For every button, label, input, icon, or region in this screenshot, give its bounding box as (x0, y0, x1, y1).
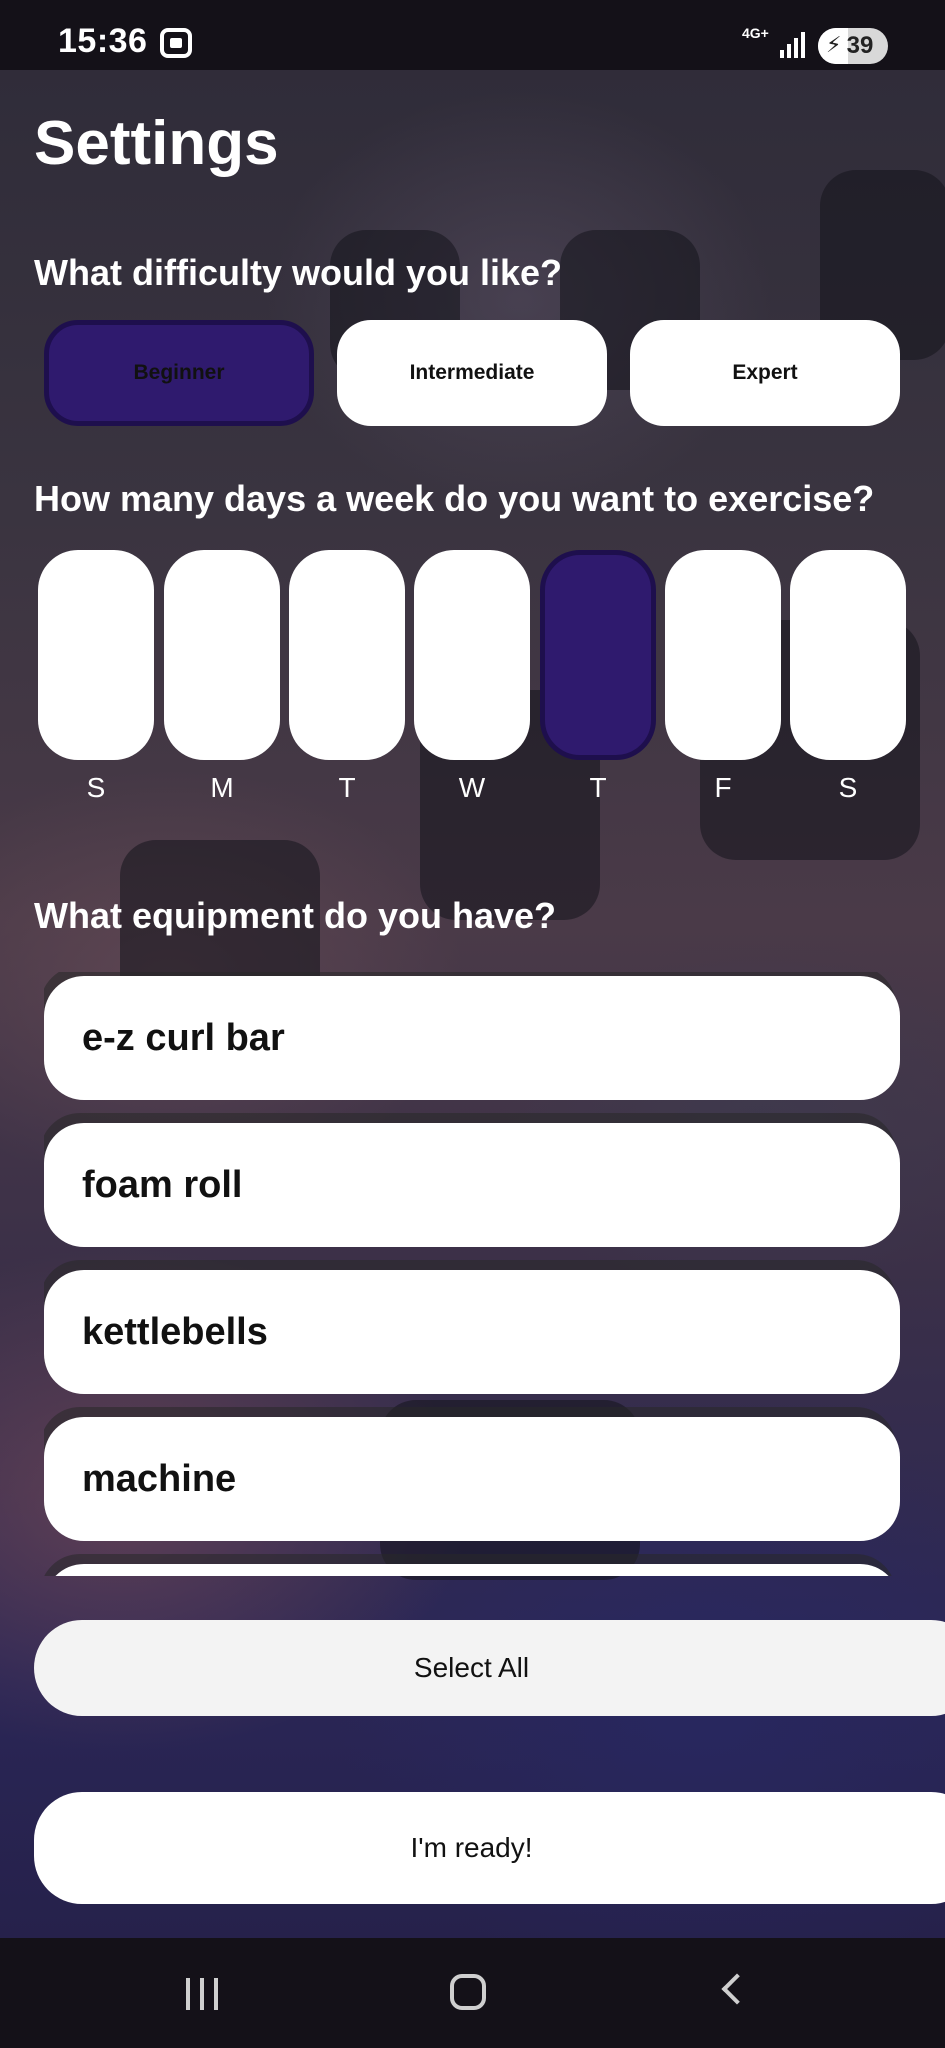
day-label: T (589, 772, 607, 803)
day-toggle-sunday[interactable] (38, 550, 154, 760)
day-label: S (86, 772, 106, 803)
difficulty-expert-button[interactable]: Expert (630, 320, 900, 426)
battery-charging-icon: ⚡ 39 (818, 28, 888, 64)
equipment-item-kettlebells[interactable]: kettlebells (44, 1270, 900, 1394)
day-label: W (458, 772, 486, 803)
day-label: M (210, 772, 234, 803)
page-title: Settings (34, 109, 279, 178)
day-label: F (714, 772, 732, 803)
select-all-button[interactable]: Select All (34, 1620, 945, 1716)
difficulty-question: What difficulty would you like? (34, 252, 562, 293)
difficulty-beginner-button[interactable]: Beginner (44, 320, 314, 426)
equipment-question: What equipment do you have? (34, 895, 557, 936)
day-label: S (838, 772, 858, 803)
screenshot-icon (160, 28, 192, 58)
charging-bolt-icon: ⚡ (826, 32, 842, 57)
day-toggle-thursday[interactable] (540, 550, 656, 760)
equipment-item-partial[interactable] (44, 1564, 900, 1576)
day-toggle-saturday[interactable] (790, 550, 906, 760)
equipment-list[interactable]: e-z curl bar foam roll kettlebells machi… (44, 972, 900, 1576)
home-icon[interactable] (450, 1974, 486, 2010)
system-nav-bar (0, 1938, 945, 2048)
ready-button[interactable]: I'm ready! (34, 1792, 945, 1904)
day-label: T (338, 772, 356, 803)
day-toggle-monday[interactable] (164, 550, 280, 760)
back-icon[interactable] (721, 1973, 753, 2005)
day-toggle-friday[interactable] (665, 550, 781, 760)
network-type: 4G+ (742, 25, 769, 41)
recent-apps-icon[interactable] (186, 1978, 222, 2010)
day-toggle-tuesday[interactable] (289, 550, 405, 760)
equipment-item-machine[interactable]: machine (44, 1417, 900, 1541)
equipment-item-foam-roll[interactable]: foam roll (44, 1123, 900, 1247)
equipment-item-ez-curl-bar[interactable]: e-z curl bar (44, 976, 900, 1100)
signal-icon (780, 30, 806, 58)
battery-percent: 39 (846, 32, 874, 59)
settings-screen: 15:36 4G+ ⚡ 39 Settings What difficulty … (0, 0, 945, 2048)
day-toggle-wednesday[interactable] (414, 550, 530, 760)
status-time: 15:36 (58, 22, 148, 60)
days-question: How many days a week do you want to exer… (34, 478, 875, 519)
difficulty-intermediate-button[interactable]: Intermediate (337, 320, 607, 426)
status-bar: 15:36 4G+ ⚡ 39 (0, 0, 945, 70)
